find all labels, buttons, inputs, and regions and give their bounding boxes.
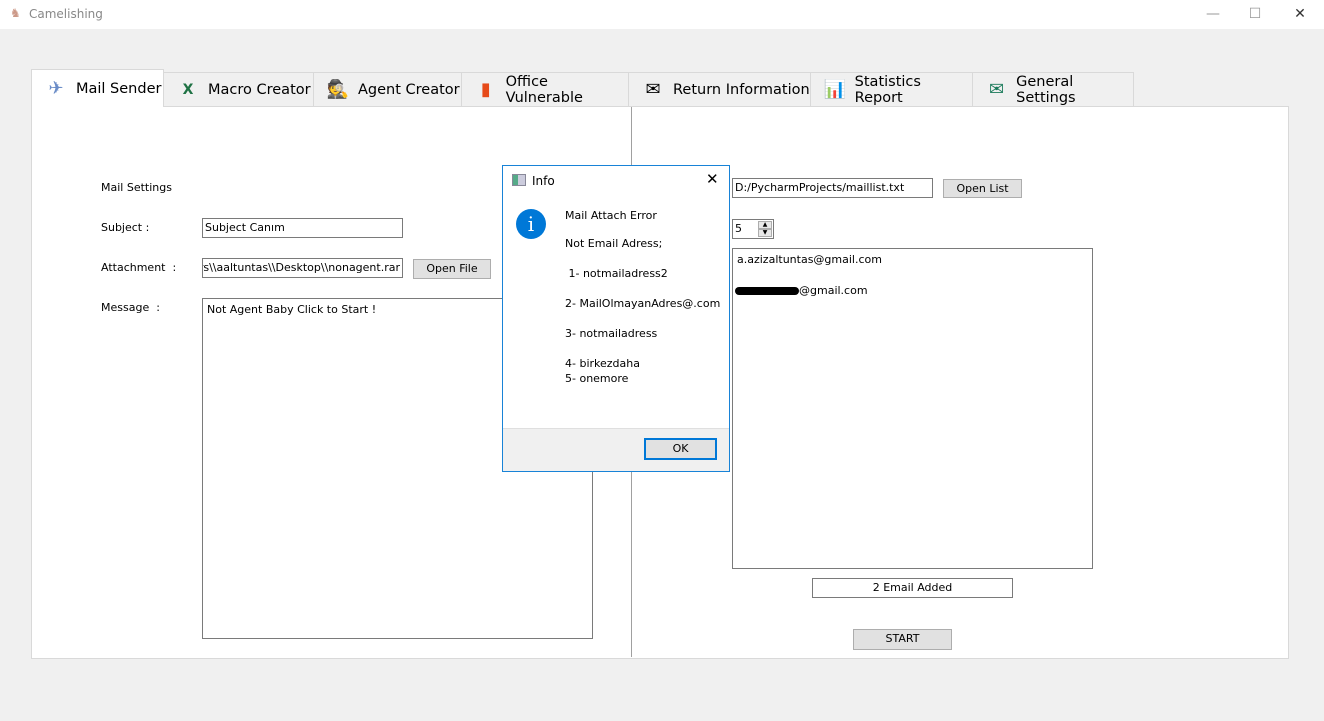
open-list-button[interactable]: Open List (943, 179, 1022, 198)
tab-label: General Settings (1016, 73, 1076, 106)
paper-plane-icon: ✈ (48, 78, 64, 99)
list-item[interactable]: @gmail.com (735, 284, 1088, 297)
subject-label: Subject : (101, 221, 150, 234)
message-label: Message : (101, 301, 160, 314)
tab-mail-sender[interactable]: ✈ Mail Sender (31, 69, 164, 107)
close-button[interactable]: ✕ (1285, 4, 1315, 24)
envelope-search-icon: ✉ (645, 79, 661, 100)
dialog-line: Mail Attach Error (565, 209, 657, 222)
spin-up-arrow-icon[interactable]: ▲ (758, 221, 772, 229)
tab-label: Office Vulnerable (505, 73, 583, 106)
mail-settings-icon: ✉ (989, 79, 1005, 100)
spin-value: 5 (735, 222, 742, 235)
dialog-line: 2- MailOlmayanAdres@.com (565, 297, 721, 310)
mail-list-path-input[interactable]: D:/PycharmProjects/maillist.txt (732, 178, 933, 198)
dialog-line: 5- onemore (565, 372, 629, 385)
subject-input[interactable]: Subject Canım (202, 218, 403, 238)
attachment-input[interactable]: Jsers\\aaltuntas\\Desktop\\nonagent.rar (202, 258, 403, 278)
email-text: @gmail.com (799, 284, 868, 297)
dialog-line: 3- notmailadress (565, 327, 658, 340)
redaction-mark (735, 287, 799, 295)
tab-label: Statistics Report (854, 73, 921, 106)
tab-office-vulnerable[interactable]: ▮ Office Vulnerable (461, 72, 629, 106)
spin-down-arrow-icon[interactable]: ▼ (758, 229, 772, 237)
tab-macro-creator[interactable]: X Macro Creator (163, 72, 314, 106)
info-dialog: Info ✕ i Mail Attach Error Not Email Adr… (502, 165, 730, 472)
app-title: Camelishing (29, 7, 103, 21)
tab-general-settings[interactable]: ✉ General Settings (972, 72, 1134, 106)
window-icon (512, 174, 526, 186)
tab-statistics-report[interactable]: 📊 Statistics Report (810, 72, 973, 106)
spy-icon: 🕵 (326, 79, 350, 100)
camel-icon: ♞ (10, 6, 21, 20)
mail-settings-label: Mail Settings (101, 181, 172, 194)
dialog-title: Info (532, 174, 555, 188)
start-button[interactable]: START (853, 629, 952, 650)
maximize-button[interactable]: ☐ (1240, 4, 1270, 24)
tab-return-information[interactable]: ✉ Return Information (628, 72, 811, 106)
dialog-line: Not Email Adress; (565, 237, 663, 250)
tab-agent-creator[interactable]: 🕵 Agent Creator (313, 72, 462, 106)
open-file-button[interactable]: Open File (413, 259, 491, 279)
dialog-footer: OK (503, 428, 729, 471)
office-icon: ▮ (480, 79, 491, 100)
email-list[interactable]: a.azizaltuntas@gmail.com @gmail.com (732, 248, 1093, 569)
tab-label: Return Information (673, 81, 810, 98)
minimize-button[interactable]: — (1198, 4, 1228, 24)
excel-icon: X (182, 81, 194, 98)
presentation-chart-icon: 📊 (823, 79, 847, 100)
title-bar: ♞ Camelishing — ☐ ✕ (0, 0, 1324, 29)
dialog-close-button[interactable]: ✕ (706, 170, 719, 188)
tab-label: Mail Sender (76, 80, 162, 97)
attachment-value: Jsers\\aaltuntas\\Desktop\\nonagent.rar (202, 261, 400, 274)
attachment-label: Attachment : (101, 261, 177, 274)
info-icon: i (516, 209, 546, 239)
thread-count-spinbox[interactable]: 5 ▲ ▼ (732, 219, 774, 239)
status-field: 2 Email Added (812, 578, 1013, 598)
dialog-line: 1- notmailadress2 (565, 267, 668, 280)
dialog-line: 4- birkezdaha (565, 357, 640, 370)
tab-label: Agent Creator (358, 81, 460, 98)
list-item[interactable]: a.azizaltuntas@gmail.com (737, 253, 1088, 266)
ok-button[interactable]: OK (644, 438, 717, 460)
tab-label: Macro Creator (208, 81, 311, 98)
